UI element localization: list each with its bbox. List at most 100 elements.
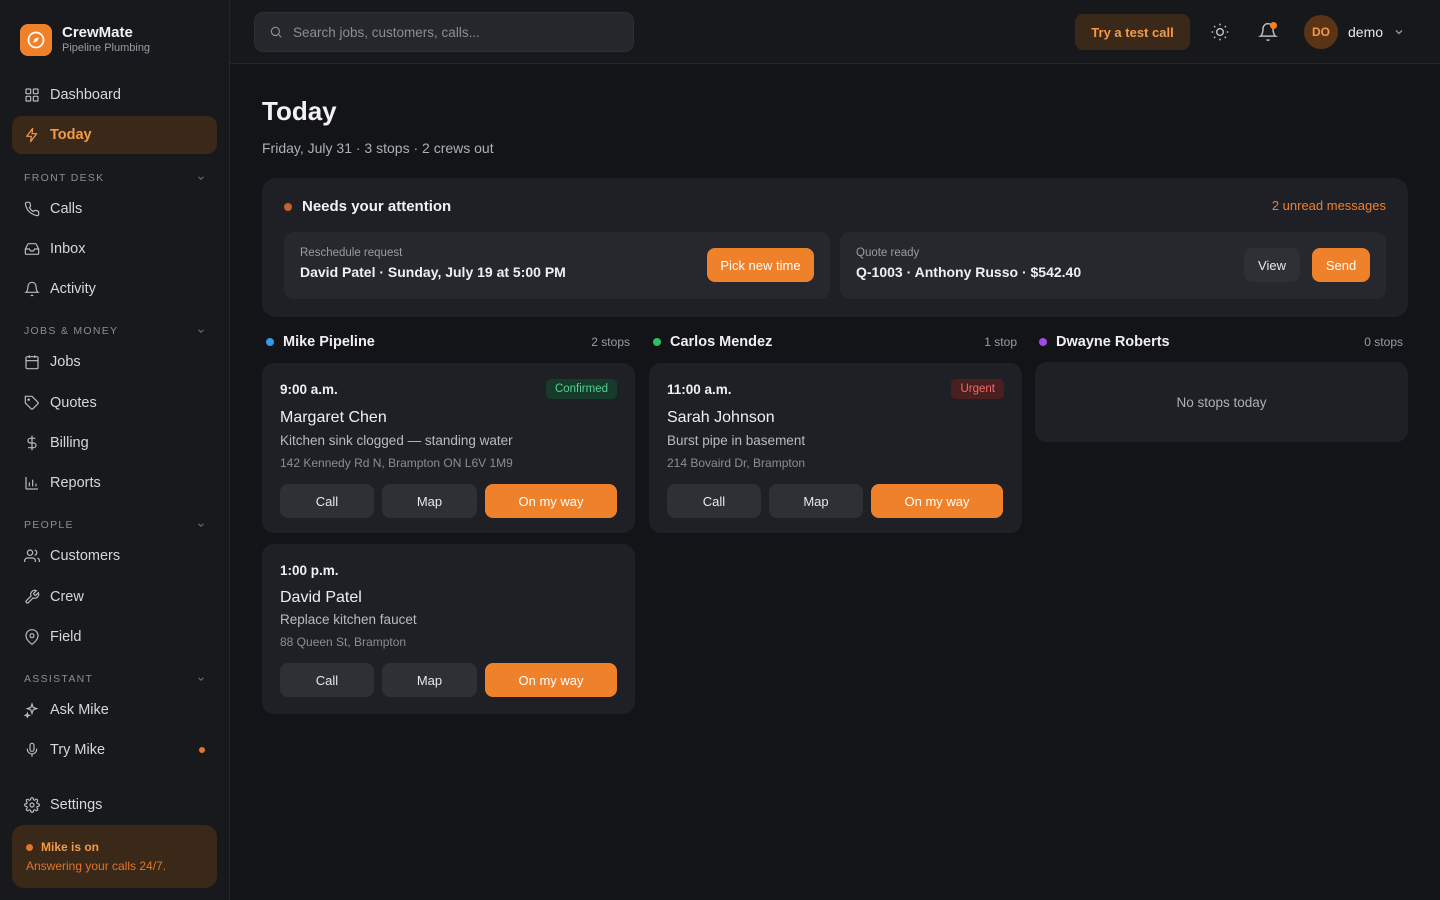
on-my-way-button[interactable]: On my way (485, 484, 617, 518)
map-button[interactable]: Map (382, 663, 477, 697)
section-title: ASSISTANT (24, 673, 94, 685)
job-card[interactable]: 11:00 a.m. Urgent Sarah Johnson Burst pi… (649, 363, 1022, 533)
chevron-down-icon (198, 677, 204, 681)
compass-logo-icon (20, 24, 52, 56)
page-title: Today (262, 96, 337, 126)
bolt-icon (26, 127, 38, 143)
crew-stop-count: 2 stops (591, 335, 630, 349)
search-box[interactable] (254, 12, 634, 52)
job-customer: Margaret Chen (280, 409, 387, 426)
wrench-icon (25, 589, 40, 604)
sidebar-item-dashboard[interactable]: Dashboard (12, 76, 217, 114)
tag-icon (24, 395, 39, 410)
map-button[interactable]: Map (769, 484, 863, 518)
phone-icon (24, 201, 40, 217)
sidebar-item-billing[interactable]: Billing (12, 424, 217, 462)
sidebar-item-label: Jobs (50, 354, 81, 370)
job-time: 1:00 p.m. (280, 563, 339, 578)
sidebar-item-settings[interactable]: Settings (12, 786, 217, 824)
pick-new-time-button[interactable]: Pick new time (707, 248, 814, 282)
attention-title: Needs your attention (284, 198, 451, 215)
sidebar-item-label: Try Mike (50, 742, 106, 758)
bell-icon (24, 281, 40, 297)
crew-color-dot (653, 338, 661, 346)
job-description: Replace kitchen faucet (280, 612, 417, 627)
search-input[interactable] (293, 24, 613, 40)
sidebar-item-label: Today (50, 127, 92, 143)
call-button[interactable]: Call (280, 484, 374, 518)
status-title: Mike is on (26, 840, 203, 854)
crew-color-dot (266, 338, 274, 346)
sidebar-item-today[interactable]: Today (12, 116, 217, 154)
brand[interactable]: CrewMate Pipeline Plumbing (20, 24, 150, 56)
section-title: JOBS & MONEY (24, 325, 119, 337)
attention-panel: Needs your attention 2 unread messages R… (262, 178, 1408, 317)
user-name: demo (1348, 24, 1384, 40)
section-front-desk[interactable]: FRONT DESK (24, 171, 206, 185)
try-test-call-button[interactable]: Try a test call (1075, 14, 1190, 50)
calendar-icon (25, 355, 39, 370)
sidebar-item-label: Customers (50, 548, 121, 564)
on-my-way-button[interactable]: On my way (485, 663, 617, 697)
sidebar-item-customers[interactable]: Customers (12, 537, 217, 575)
topbar: Try a test call DO demo (230, 0, 1440, 64)
crew-color-dot (1039, 338, 1047, 346)
status-dot (199, 747, 205, 753)
section-people[interactable]: PEOPLE (24, 518, 206, 532)
job-customer: Sarah Johnson (667, 409, 775, 426)
job-card[interactable]: 1:00 p.m. David Patel Replace kitchen fa… (262, 544, 635, 714)
sidebar-item-inbox[interactable]: Inbox (12, 230, 217, 268)
crew-name: Mike Pipeline (283, 334, 375, 350)
status-badge: Confirmed (545, 379, 617, 399)
crew-stop-count: 0 stops (1364, 335, 1403, 349)
status-badge: Urgent (951, 379, 1004, 399)
call-button[interactable]: Call (667, 484, 761, 518)
status-title-text: Mike is on (41, 840, 100, 854)
sidebar-item-field[interactable]: Field (12, 618, 217, 656)
sidebar-item-calls[interactable]: Calls (12, 190, 217, 228)
crew-header-mike-pipeline: Mike Pipeline (266, 332, 375, 352)
chevron-down-icon (198, 523, 204, 527)
job-description: Burst pipe in basement (667, 433, 806, 448)
sidebar-item-label: Dashboard (50, 87, 121, 103)
user-menu[interactable]: DO demo (1304, 15, 1405, 49)
sidebar-item-reports[interactable]: Reports (12, 464, 217, 502)
sidebar-item-try-mike[interactable]: Try Mike (12, 731, 217, 769)
section-assistant[interactable]: ASSISTANT (24, 672, 206, 686)
sun-icon[interactable] (1210, 22, 1230, 42)
grid-icon (25, 88, 39, 102)
status-dot (26, 843, 33, 851)
sidebar-item-label: Ask Mike (50, 702, 109, 718)
bar-chart-icon (25, 477, 38, 490)
empty-stops-card: No stops today (1035, 362, 1408, 442)
map-pin-icon (25, 629, 39, 645)
map-button[interactable]: Map (382, 484, 477, 518)
unread-messages-link[interactable]: 2 unread messages (1272, 198, 1386, 213)
sidebar-item-quotes[interactable]: Quotes (12, 384, 217, 422)
sidebar-item-label: Field (50, 629, 82, 645)
on-my-way-button[interactable]: On my way (871, 484, 1003, 518)
sidebar-item-label: Settings (50, 797, 103, 813)
sidebar-item-crew[interactable]: Crew (12, 578, 217, 616)
brand-name: CrewMate (62, 24, 133, 41)
assistant-status-card[interactable]: Mike is on Answering your calls 24/7. (12, 825, 217, 888)
crew-name: Dwayne Roberts (1056, 334, 1170, 350)
call-button[interactable]: Call (280, 663, 374, 697)
sidebar-item-label: Reports (50, 475, 101, 491)
reschedule-request-card: Reschedule request David Patel · Sunday,… (284, 232, 830, 299)
view-quote-button[interactable]: View (1244, 248, 1300, 282)
job-card[interactable]: 9:00 a.m. Confirmed Margaret Chen Kitche… (262, 363, 635, 533)
page-subtitle: Friday, July 31 · 3 stops · 2 crews out (262, 140, 494, 156)
sidebar-item-jobs[interactable]: Jobs (12, 343, 217, 381)
chevron-down-icon (198, 176, 204, 180)
status-subtitle: Answering your calls 24/7. (26, 859, 167, 873)
send-quote-button[interactable]: Send (1312, 248, 1370, 282)
sidebar-item-ask-mike[interactable]: Ask Mike (12, 691, 217, 729)
job-address: 214 Bovaird Dr, Brampton (667, 456, 806, 470)
section-title: FRONT DESK (24, 172, 105, 184)
section-jobs-money[interactable]: JOBS & MONEY (24, 324, 206, 338)
sidebar-item-activity[interactable]: Activity (12, 270, 217, 308)
crew-header-dwayne-roberts: Dwayne Roberts (1039, 332, 1170, 352)
sidebar-item-label: Quotes (50, 395, 97, 411)
job-time: 11:00 a.m. (667, 382, 732, 397)
